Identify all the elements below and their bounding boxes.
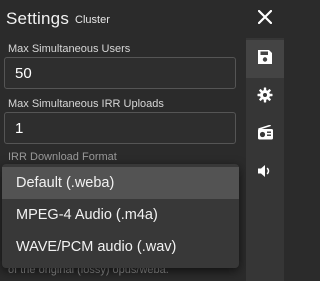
max-users-input[interactable]: 50: [4, 57, 236, 89]
settings-window: Settings Cluster Max Simultaneous Users …: [0, 0, 284, 281]
close-button[interactable]: [246, 0, 284, 38]
close-icon: [257, 9, 273, 29]
icon-rail: [246, 0, 284, 281]
dropdown-option-wav[interactable]: WAVE/PCM audio (.wav): [2, 231, 239, 263]
save-icon: [257, 49, 273, 70]
max-users-value: 50: [15, 65, 32, 82]
max-uploads-label: Max Simultaneous IRR Uploads: [8, 98, 164, 110]
save-button[interactable]: [246, 40, 284, 78]
max-uploads-value: 1: [15, 120, 24, 137]
dropdown-option-weba[interactable]: Default (.weba): [2, 167, 239, 199]
radio-button[interactable]: [246, 116, 284, 154]
download-format-label: IRR Download Format: [8, 151, 117, 163]
download-format-dropdown: Default (.weba) MPEG-4 Audio (.m4a) WAVE…: [2, 164, 239, 268]
page-subtitle: Cluster: [75, 14, 110, 26]
settings-header: Settings Cluster: [0, 0, 246, 38]
speaker-icon: [257, 163, 273, 184]
max-users-label: Max Simultaneous Users: [8, 43, 131, 55]
gear-icon: [257, 87, 273, 108]
radio-icon: [257, 124, 274, 145]
settings-button[interactable]: [246, 78, 284, 116]
page-title: Settings: [6, 9, 70, 28]
audio-button[interactable]: [246, 154, 284, 192]
max-uploads-input[interactable]: 1: [4, 112, 236, 144]
dropdown-option-m4a[interactable]: MPEG-4 Audio (.m4a): [2, 199, 239, 231]
